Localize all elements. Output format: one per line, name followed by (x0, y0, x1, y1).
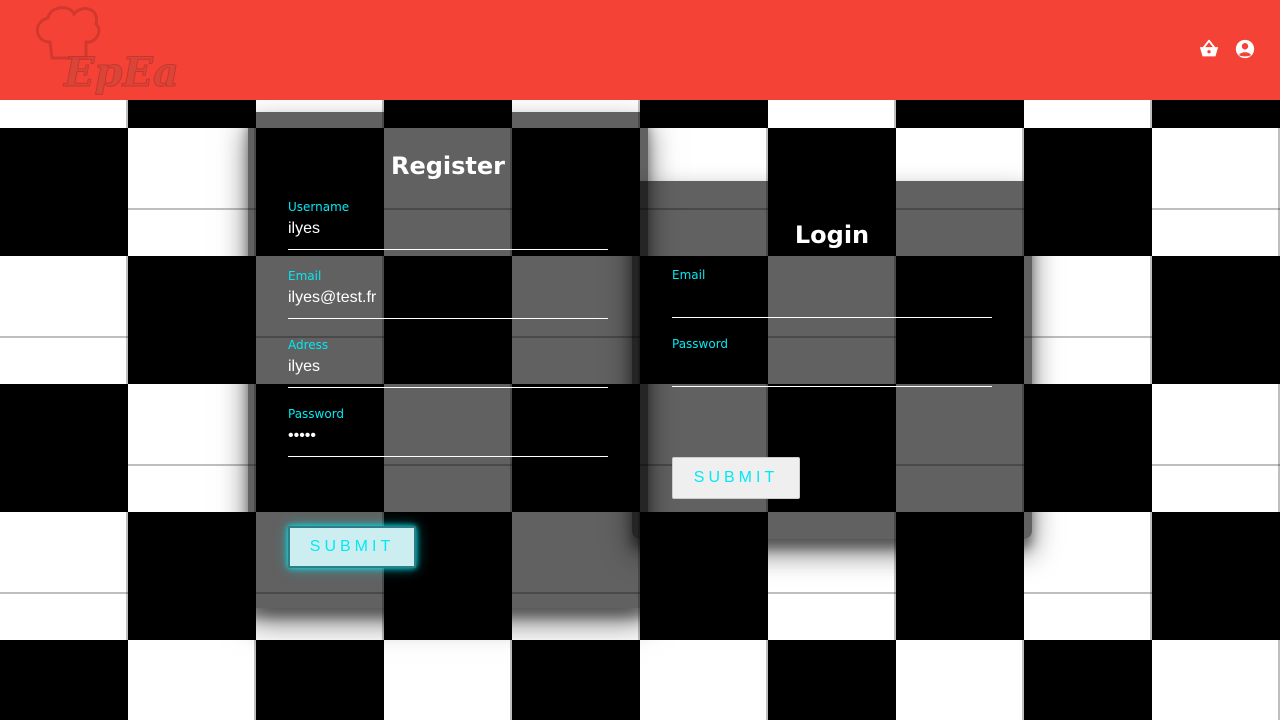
password-input[interactable]: ••••• (288, 427, 316, 445)
logo-text: EpEat (63, 49, 180, 96)
register-submit-button[interactable]: SUBMIT (288, 526, 416, 568)
email-input[interactable]: ilyes@test.fr (288, 289, 376, 307)
login-title: Login (794, 221, 870, 249)
account-circle-icon[interactable] (1234, 38, 1256, 60)
basket-icon[interactable] (1198, 38, 1220, 60)
register-form: Register Username ilyes Email ilyes@test… (248, 112, 648, 608)
address-field[interactable]: Adress ilyes (288, 338, 608, 388)
username-input[interactable]: ilyes (288, 220, 320, 238)
login-submit-button[interactable]: SUBMIT (672, 457, 800, 499)
username-label: Username (288, 200, 350, 214)
address-label: Adress (288, 338, 329, 352)
login-form: Login Email Password SUBMIT (632, 181, 1032, 539)
login-password-field[interactable]: Password (672, 337, 992, 387)
username-field[interactable]: Username ilyes (288, 200, 608, 250)
password-label: Password (288, 407, 345, 421)
login-email-label: Email (672, 268, 706, 282)
top-app-bar: EpEat (0, 0, 1280, 100)
login-email-field[interactable]: Email (672, 268, 992, 318)
chef-hat-logo-icon: EpEat (35, 6, 198, 97)
password-field[interactable]: Password ••••• (288, 407, 608, 457)
app-logo[interactable]: EpEat (30, 2, 198, 98)
register-title: Register (390, 152, 506, 180)
address-input[interactable]: ilyes (288, 358, 320, 376)
login-password-label: Password (672, 337, 729, 351)
email-field[interactable]: Email ilyes@test.fr (288, 269, 608, 319)
email-label: Email (288, 269, 322, 283)
